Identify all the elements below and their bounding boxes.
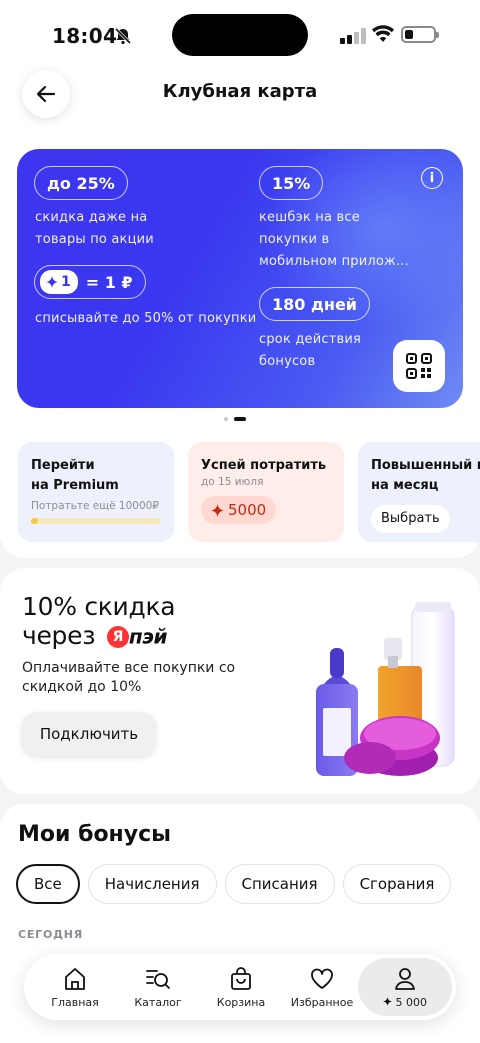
- page-title: Клубная карта: [162, 81, 318, 102]
- info-icon[interactable]: i: [421, 167, 443, 189]
- bonus-amount-chip: 5000: [201, 496, 277, 524]
- premium-progress-fill: [31, 518, 38, 524]
- carousel-dots: [224, 417, 246, 421]
- filter-all[interactable]: Все: [16, 864, 80, 904]
- catalog-search-icon: [146, 969, 170, 989]
- dynamic-island: [172, 14, 308, 56]
- qr-code-icon: [406, 353, 432, 379]
- bottom-tab-bar: Главная Каталог Корзина Избранное 5 000: [24, 954, 456, 1020]
- tab-home-label: Главная: [51, 995, 99, 1009]
- sparkle-icon: [211, 503, 224, 517]
- tab-favorites[interactable]: Избранное: [290, 954, 354, 1020]
- tile-premium-subtitle: Потратьте ещё 10000₽: [31, 500, 159, 512]
- promo-title: 10% скидка через Япэй: [22, 592, 176, 650]
- premium-progress: [31, 518, 161, 524]
- tab-favorites-label: Избранное: [290, 995, 354, 1009]
- tab-profile-label: 5 000: [383, 996, 427, 1009]
- profile-icon: [395, 967, 415, 990]
- bag-icon: [231, 966, 251, 990]
- section-label-today: СЕГОДНЯ: [18, 928, 84, 941]
- tile-spend-subtitle: до 15 июля: [201, 476, 264, 488]
- wifi-icon: [372, 25, 394, 42]
- tile-premium-title: Перейти на Premium: [31, 458, 119, 493]
- discount-pill: до 25%: [34, 166, 128, 200]
- connect-button[interactable]: Подключить: [22, 712, 156, 756]
- carousel-dot-active: [234, 417, 246, 421]
- tab-profile[interactable]: 5 000: [358, 958, 452, 1016]
- choose-button[interactable]: Выбрать: [371, 505, 450, 533]
- tile-cashback[interactable]: Повышенный кена месяц Выбрать: [358, 442, 480, 542]
- bonus-rate-pill: 1 = 1 ₽: [34, 265, 146, 299]
- cashback-text: кешбэк на все покупки в мобильном прилож…: [259, 210, 409, 269]
- club-card[interactable]: до 25% скидка даже на товары по акции 1 …: [17, 149, 463, 408]
- tile-cashback-title: Повышенный кена месяц: [371, 458, 480, 493]
- bonus-plus-chip: 1: [40, 270, 78, 294]
- tab-cart-label: Корзина: [216, 995, 266, 1009]
- validity-pill: 180 дней: [259, 287, 371, 321]
- cosmetics-illustration: [316, 602, 455, 776]
- promo-description: Оплачивайте все покупки со скидкой до 10…: [22, 660, 236, 695]
- tab-catalog[interactable]: Каталог: [127, 954, 189, 1020]
- filter-expired[interactable]: Сгорания: [342, 864, 452, 904]
- yandex-pay-logo: Я: [106, 626, 129, 648]
- discount-text: скидка даже на товары по акции: [35, 210, 154, 247]
- status-bar: 18:04: [0, 0, 480, 70]
- validity-text: срок действия бонусов: [259, 332, 362, 369]
- tab-home[interactable]: Главная: [44, 954, 106, 1020]
- tab-cart[interactable]: Корзина: [210, 954, 272, 1020]
- status-time: 18:04: [52, 24, 118, 48]
- bonus-filter-row: Все Начисления Списания Сгорания: [16, 864, 452, 904]
- tile-spend-title: Успей потратить: [201, 458, 327, 473]
- cellular-signal-icon: [340, 28, 366, 44]
- pay-word: пэй: [128, 624, 168, 649]
- bonuses-title: Мои бонусы: [18, 822, 172, 847]
- battery-icon: [401, 26, 439, 43]
- qr-code-button[interactable]: [393, 340, 445, 392]
- rate-text: списывайте до 50% от покупки: [35, 311, 257, 326]
- tile-premium[interactable]: Перейти на Premium Потратьте ещё 10000₽: [18, 442, 174, 542]
- home-icon: [65, 967, 85, 990]
- sparkle-icon: [383, 996, 392, 1006]
- heart-icon: [311, 968, 333, 989]
- filter-accruals[interactable]: Начисления: [87, 864, 217, 904]
- cashback-pill: 15%: [259, 166, 324, 200]
- yandex-pay-promo[interactable]: 10% скидка через Япэй Оплачивайте все по…: [0, 568, 480, 794]
- tile-spend[interactable]: Успей потратить до 15 июля 5000: [188, 442, 344, 542]
- club-card-section: до 25% скидка даже на товары по акции 1 …: [0, 134, 480, 558]
- header: Клубная карта: [0, 70, 480, 134]
- sparkle-icon: [46, 276, 58, 288]
- tab-catalog-label: Каталог: [134, 995, 182, 1009]
- bell-off-icon: [114, 27, 132, 45]
- carousel-dot: [224, 417, 228, 421]
- filter-writeoffs[interactable]: Списания: [224, 864, 335, 904]
